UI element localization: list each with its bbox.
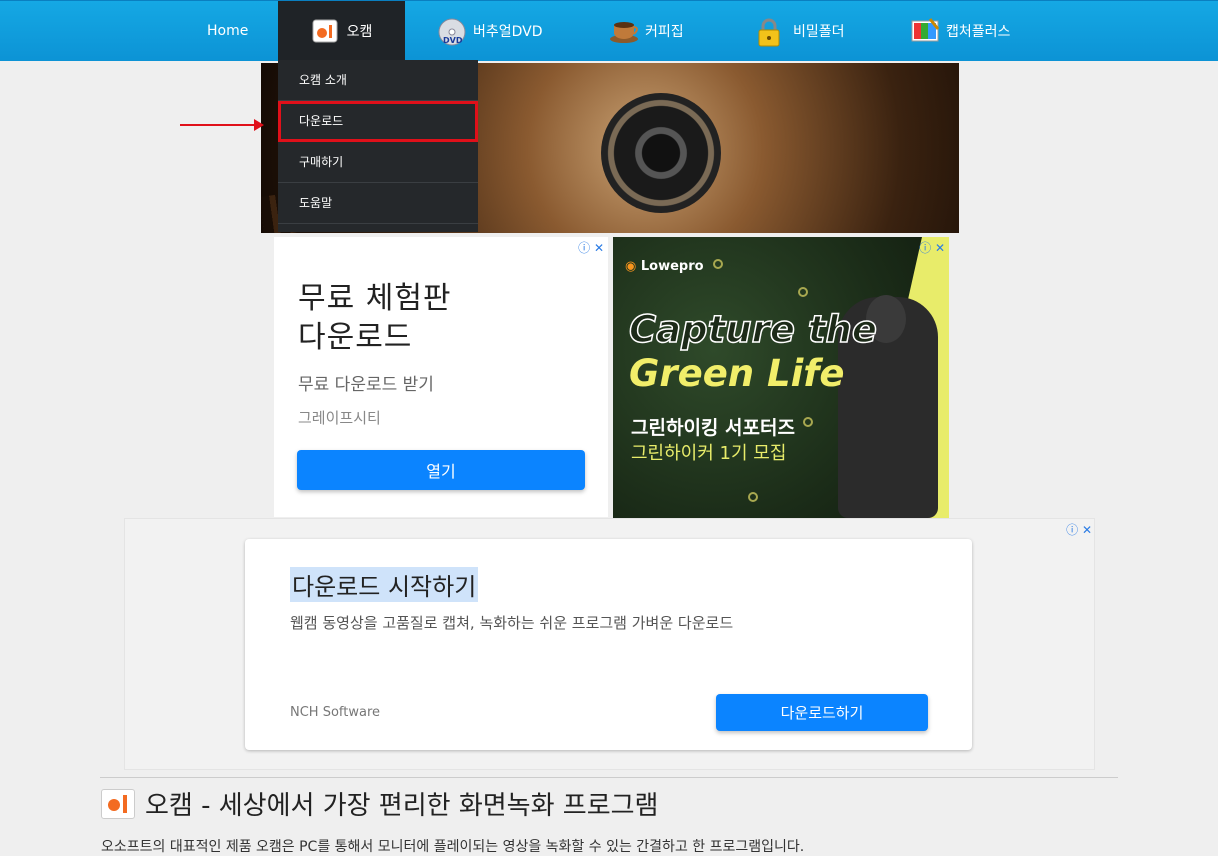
page-title: 오캠 - 세상에서 가장 편리한 화면녹화 프로그램 (101, 785, 658, 822)
ad3-title: 다운로드 시작하기 (290, 567, 479, 602)
ad3-brand: NCH Software (290, 705, 381, 720)
svg-text:DVD: DVD (443, 36, 463, 45)
nav-dvd-label: 버추얼DVD (473, 24, 543, 40)
nav-secret-folder[interactable]: 비밀폴더 (757, 1, 845, 61)
ocam-icon (311, 17, 339, 45)
nav-virtual-dvd[interactable]: DVD 버추얼DVD (437, 1, 543, 61)
nav-capture-plus[interactable]: 캡처플러스 (910, 1, 1010, 61)
nav-coffee[interactable]: 커피집 (609, 1, 684, 61)
red-arrow-annotation (180, 119, 264, 131)
intro-paragraph: 오소프트의 대표적인 제품 오캠은 PC를 통해서 모니터에 플레이되는 영상을… (101, 839, 805, 855)
ocam-logo-icon (101, 788, 135, 819)
nav-ocam-label: 오캠 (346, 24, 373, 40)
nav-capture-label: 캡처플러스 (946, 24, 1011, 40)
ad-lowepro[interactable]: ◉ Lowepro Capture the Green Life 그린하이킹 서… (613, 237, 949, 518)
ad1-title-line1: 무료 체험판 (298, 281, 452, 316)
ad2-headline1: Capture the (628, 308, 877, 352)
menu-item-intro[interactable]: 오캠 소개 (278, 60, 478, 101)
ad1-title: 무료 체험판 다운로드 (298, 279, 452, 357)
ad-info-close-icon[interactable]: ⓘ ✕ (578, 239, 604, 256)
page-title-text: 오캠 - 세상에서 가장 편리한 화면녹화 프로그램 (145, 791, 659, 821)
ad1-subtitle: 무료 다운로드 받기 (298, 375, 434, 395)
lowepro-logo: ◉ Lowepro (625, 259, 704, 274)
nav-coffee-label: 커피집 (645, 24, 684, 40)
ad1-open-button[interactable]: 열기 (297, 450, 585, 490)
top-nav: Home 오캠 DVD 버추얼DVD 커피집 비밀폴더 캡처플러스 (0, 0, 1218, 61)
nav-lock-label: 비밀폴더 (793, 24, 845, 40)
nav-home-label: Home (207, 23, 249, 39)
lock-icon (757, 17, 785, 47)
dvd-icon: DVD (437, 17, 466, 46)
ocam-dropdown-menu: 오캠 소개 다운로드 구매하기 도움말 (278, 60, 478, 232)
ad-download-start[interactable]: 다운로드 시작하기 웹캠 동영상을 고품질로 캡쳐, 녹화하는 쉬운 프로그램 … (245, 539, 972, 750)
ad1-brand: 그레이프시티 (298, 409, 381, 427)
coffee-icon (609, 17, 638, 45)
ad2-info-close-icon[interactable]: ⓘ ✕ (919, 239, 945, 256)
ad3-description: 웹캠 동영상을 고품질로 캡쳐, 녹화하는 쉬운 프로그램 가벼운 다운로드 (290, 614, 734, 632)
ad2-text1: 그린하이킹 서포터즈 (631, 417, 795, 439)
menu-item-help[interactable]: 도움말 (278, 183, 478, 224)
ad-trial-download[interactable]: ⓘ ✕ 무료 체험판 다운로드 무료 다운로드 받기 그레이프시티 열기 (274, 237, 608, 517)
camera-lens-decoration (601, 93, 721, 213)
nav-ocam[interactable]: 오캠 (278, 1, 405, 61)
divider (100, 777, 1118, 778)
ad2-headline2: Green Life (629, 352, 845, 395)
menu-item-purchase[interactable]: 구매하기 (278, 142, 478, 183)
ad3-info-close-icon[interactable]: ⓘ ✕ (1066, 521, 1092, 538)
ad2-text2: 그린하이커 1기 모집 (631, 443, 787, 464)
palette-icon (910, 17, 940, 45)
nav-home[interactable]: Home (207, 1, 248, 61)
ad1-title-line2: 다운로드 (298, 320, 413, 355)
menu-item-download[interactable]: 다운로드 (278, 101, 478, 142)
ad3-download-button[interactable]: 다운로드하기 (716, 694, 928, 731)
